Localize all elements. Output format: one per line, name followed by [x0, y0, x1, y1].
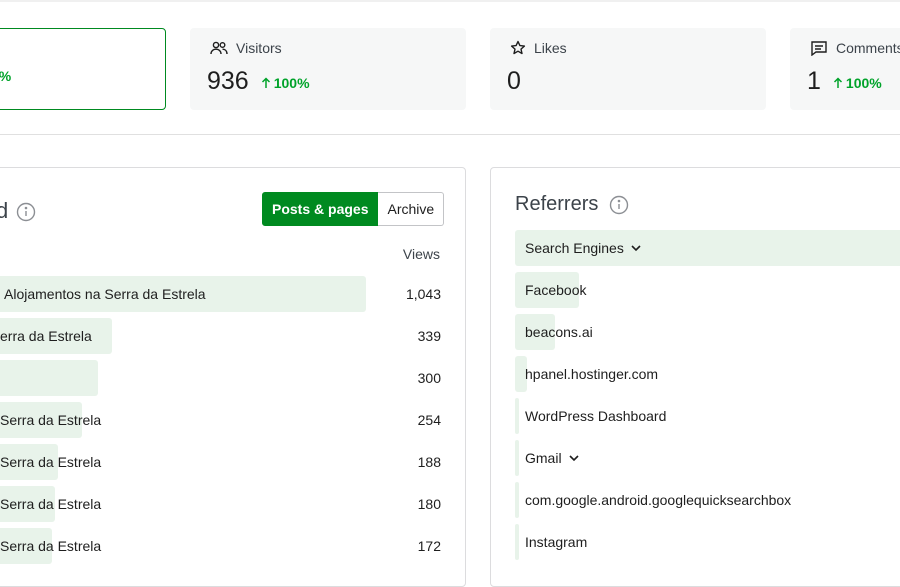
referrer-label: com.google.android.googlequicksearchbox: [525, 492, 792, 508]
tab-posts-pages[interactable]: Posts & pages: [262, 192, 379, 226]
views-column-header: Views: [402, 246, 440, 262]
referrer-name[interactable]: hpanel.hostinger.com: [525, 356, 658, 392]
referrer-row-bar: [515, 440, 519, 476]
chevron-down-icon[interactable]: [568, 454, 580, 462]
post-views-count: 188: [417, 454, 441, 470]
referrer-name[interactable]: Facebook: [525, 272, 586, 308]
comments-label: Comments: [836, 40, 900, 56]
post-row[interactable]: erra da Estrela 339: [0, 318, 460, 354]
comments-delta: 100%: [833, 75, 882, 91]
section-divider: [0, 134, 900, 135]
stat-card-visitors[interactable]: Visitors 936 100%: [190, 28, 466, 110]
referrers-panel-title: Referrers: [515, 193, 599, 215]
top-divider: [0, 0, 900, 2]
post-row[interactable]: Serra da Estrela 180: [0, 486, 460, 522]
referrer-label: hpanel.hostinger.com: [525, 366, 659, 382]
referrer-row[interactable]: Instagram: [515, 524, 900, 560]
referrer-row[interactable]: hpanel.hostinger.com: [515, 356, 900, 392]
post-row[interactable]: Serra da Estrela 172: [0, 528, 460, 564]
referrer-row[interactable]: Facebook: [515, 272, 900, 308]
referrer-row-bar: [515, 524, 519, 560]
post-title-link[interactable]: Serra da Estrela: [0, 402, 101, 438]
posts-panel-title: d: [0, 198, 9, 223]
post-views-count: 254: [417, 412, 441, 428]
post-title-link[interactable]: Serra da Estrela: [0, 486, 101, 522]
post-views-count: 180: [417, 496, 441, 512]
referrer-name[interactable]: com.google.android.googlequicksearchbox: [525, 482, 791, 518]
post-views-count: 300: [417, 370, 441, 386]
referrer-name[interactable]: WordPress Dashboard: [525, 398, 666, 434]
post-row-bar: [0, 360, 98, 396]
likes-label: Likes: [534, 40, 567, 56]
post-row[interactable]: Serra da Estrela 188: [0, 444, 460, 480]
referrer-row[interactable]: com.google.android.googlequicksearchbox: [515, 482, 900, 518]
post-row[interactable]: 300: [0, 360, 460, 396]
info-icon[interactable]: [609, 195, 629, 215]
post-title-link[interactable]: Serra da Estrela: [0, 528, 101, 564]
views-delta: 0%: [0, 68, 12, 84]
referrer-row-bar: [515, 398, 519, 434]
stat-card-views[interactable]: 0%: [0, 28, 166, 110]
comment-icon: [810, 40, 828, 56]
star-icon: [510, 40, 526, 56]
referrer-row[interactable]: WordPress Dashboard: [515, 398, 900, 434]
visitors-label: Visitors: [236, 40, 282, 56]
post-row[interactable]: Serra da Estrela 254: [0, 402, 460, 438]
referrer-label: Instagram: [525, 534, 588, 550]
post-title-link[interactable]: Serra da Estrela: [0, 444, 101, 480]
post-views-count: 1,043: [405, 286, 441, 302]
referrer-row[interactable]: Gmail: [515, 440, 900, 476]
post-views-count: 339: [417, 328, 441, 344]
chevron-down-icon[interactable]: [630, 244, 642, 252]
referrer-label: WordPress Dashboard: [525, 408, 667, 424]
post-row[interactable]: Alojamentos na Serra da Estrela 1,043: [0, 276, 460, 312]
post-title-link[interactable]: Alojamentos na Serra da Estrela: [4, 276, 206, 312]
referrer-label: Facebook: [525, 282, 587, 298]
referrer-row-bar: [515, 482, 519, 518]
post-title-link[interactable]: erra da Estrela: [0, 318, 92, 354]
arrow-up-icon: [833, 77, 842, 88]
referrer-name[interactable]: Instagram: [525, 524, 587, 560]
referrer-row[interactable]: beacons.ai: [515, 314, 900, 350]
referrer-label: beacons.ai: [525, 324, 593, 340]
stat-card-comments[interactable]: Comments 1 100%: [790, 28, 900, 110]
referrer-row[interactable]: Search Engines: [515, 230, 900, 266]
referrer-label: Gmail: [525, 450, 562, 466]
referrer-name[interactable]: beacons.ai: [525, 314, 593, 350]
referrer-name[interactable]: Search Engines: [525, 230, 642, 266]
visitors-value: 936: [207, 67, 249, 95]
tab-archive[interactable]: Archive: [378, 192, 445, 226]
arrow-up-icon: [261, 77, 270, 88]
info-icon[interactable]: [16, 202, 36, 222]
stat-card-likes[interactable]: Likes 0: [490, 28, 766, 110]
likes-value: 0: [507, 67, 521, 95]
referrer-label: Search Engines: [525, 240, 624, 256]
visitors-delta: 100%: [261, 75, 310, 91]
referrer-name[interactable]: Gmail: [525, 440, 580, 476]
post-views-count: 172: [417, 538, 441, 554]
comments-value: 1: [807, 67, 821, 95]
people-icon: [210, 41, 228, 55]
posts-tab-toggle: Posts & pages Archive: [262, 192, 445, 226]
